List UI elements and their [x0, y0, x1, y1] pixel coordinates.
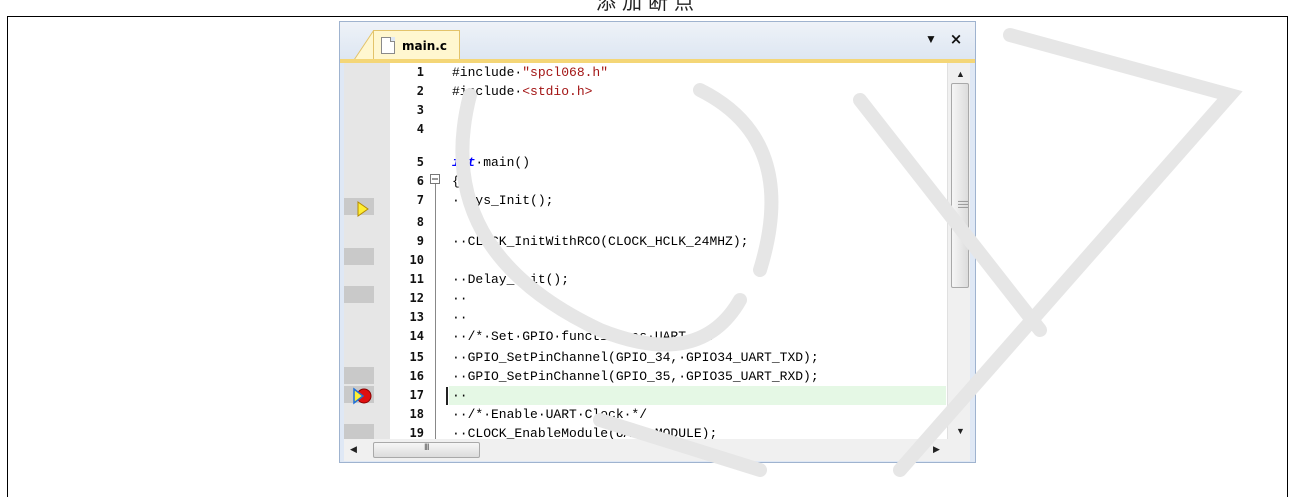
code-text: ··Sys_Init(); [452, 193, 554, 208]
line-number: 17 [409, 388, 424, 402]
scroll-down-icon[interactable]: ▼ [956, 426, 965, 436]
line-number: 8 [416, 215, 424, 229]
line-number: 5 [416, 155, 424, 169]
code-text: ··/*·Enable·UART·Clock·*/ [452, 407, 648, 422]
line-number: 13 [409, 310, 424, 324]
tab-main-c[interactable]: main.c [373, 30, 460, 60]
code-text: ·· [452, 310, 468, 325]
code-line: 6 { [344, 172, 944, 191]
grip-icon: — — — [958, 196, 968, 213]
close-icon[interactable]: × [948, 30, 964, 48]
code-line: 3 [344, 101, 944, 120]
chevron-down-icon[interactable]: ▼ [924, 32, 938, 48]
code-line: 15 ··GPIO_SetPinChannel(GPIO_34,·GPIO34_… [344, 348, 944, 367]
vertical-scroll-thumb[interactable]: — — — [951, 83, 969, 288]
document-icon [381, 37, 395, 54]
code-line: 19 ··CLOCK_EnableModule(UART_MODULE); [344, 424, 944, 439]
keyword-token: int [452, 155, 476, 170]
line-number: 18 [409, 407, 424, 421]
line-number: 11 [409, 272, 424, 286]
line-number: 2 [416, 84, 424, 98]
tab-slant-decoration [354, 30, 374, 60]
code-text: ··GPIO_SetPinChannel(GPIO_34,·GPIO34_UAR… [452, 350, 819, 365]
grip-icon: III [424, 442, 429, 452]
code-text: ··GPIO_SetPinChannel(GPIO_35,·GPIO35_UAR… [452, 369, 819, 384]
scrollbar-corner [947, 439, 970, 461]
tab-bar: main.c ▼ × [340, 22, 975, 60]
code-text: { [452, 174, 460, 189]
code-line: 8 [344, 213, 944, 232]
code-text: ·· [452, 291, 468, 306]
code-area[interactable]: 1 #include·"spcl068.h" 2 #include·<stdio… [344, 63, 970, 439]
scroll-right-icon[interactable]: ▶ [933, 444, 940, 455]
code-line: 16 ··GPIO_SetPinChannel(GPIO_35,·GPIO35_… [344, 367, 944, 386]
code-line: 1 #include·"spcl068.h" [344, 63, 944, 82]
vertical-scrollbar[interactable]: ▲ — — — ▼ [947, 63, 970, 439]
scroll-left-icon[interactable]: ◀ [350, 444, 357, 455]
include-path-token: <stdio.h> [522, 84, 593, 99]
line-number: 7 [416, 193, 424, 207]
code-line: 5 int·main() [344, 153, 944, 172]
scroll-up-icon[interactable]: ▲ [956, 69, 965, 79]
line-number: 1 [416, 65, 424, 79]
code-text: #include·"spcl068.h" [452, 65, 609, 80]
code-line: 9 ··CLOCK_InitWithRCO(CLOCK_HCLK_24MHZ); [344, 232, 944, 251]
code-editor-window: main.c ▼ × 1 #include·"spcl068.h" 2 #inc… [339, 21, 976, 463]
code-line: 17 ·· [344, 386, 944, 405]
code-text: ··/*·Set·GPIO·function·as·UART··*/ [452, 329, 718, 344]
code-line: 11 ··Delay_Init(); [344, 270, 944, 289]
line-number: 16 [409, 369, 424, 383]
code-text: #include·<stdio.h> [452, 84, 593, 99]
line-number: 10 [409, 253, 424, 267]
document-caption: 添加断点 [596, 0, 700, 14]
line-number: 12 [409, 291, 424, 305]
code-line: 2 #include·<stdio.h> [344, 82, 944, 101]
horizontal-scrollbar[interactable]: ◀ III ▶ [344, 439, 970, 461]
code-text: ··CLOCK_EnableModule(UART_MODULE); [452, 426, 718, 439]
horizontal-scroll-thumb[interactable]: III [373, 442, 480, 458]
line-number: 9 [416, 234, 424, 248]
include-path-token: "spcl068.h" [522, 65, 609, 80]
code-line: 10 [344, 251, 944, 270]
code-text: ··Delay_Init(); [452, 272, 570, 287]
code-line: 14 ··/*·Set·GPIO·function·as·UART··*/ [344, 327, 944, 346]
code-line: 4 [344, 120, 944, 139]
line-number: 3 [416, 103, 424, 117]
tab-label: main.c [402, 39, 447, 53]
code-text: int·main() [452, 155, 531, 170]
code-text: ·· [452, 388, 468, 403]
line-number: 19 [409, 426, 424, 439]
code-text: ··CLOCK_InitWithRCO(CLOCK_HCLK_24MHZ); [452, 234, 749, 249]
line-number: 14 [409, 329, 424, 343]
code-line: 13 ·· [344, 308, 944, 327]
code-line: 7 ··Sys_Init(); [344, 191, 944, 210]
line-number: 4 [416, 122, 424, 136]
code-line: 18 ··/*·Enable·UART·Clock·*/ [344, 405, 944, 424]
code-line: 12 ·· [344, 289, 944, 308]
line-number: 6 [416, 174, 424, 188]
line-number: 15 [409, 350, 424, 364]
